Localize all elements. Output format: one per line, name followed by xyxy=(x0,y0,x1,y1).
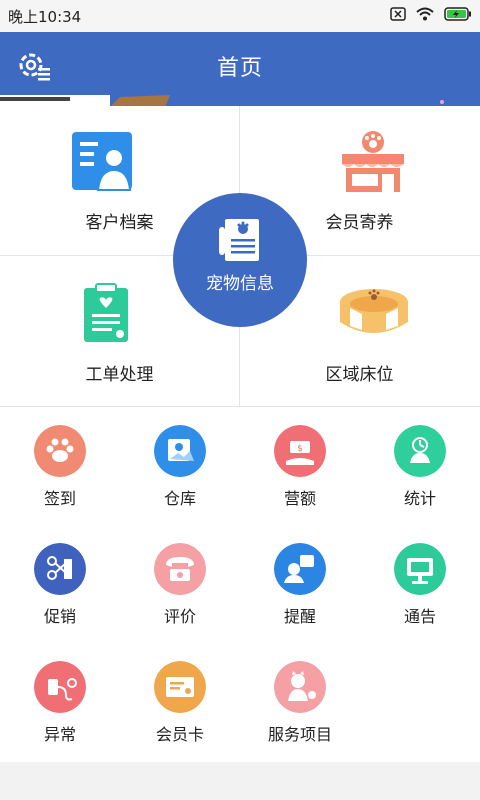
service-icon xyxy=(274,661,326,713)
warehouse-icon xyxy=(154,425,206,477)
revenue-label: 营额 xyxy=(283,489,316,508)
notice-label: 通告 xyxy=(403,607,436,626)
pet-info-button[interactable]: 宠物信息 xyxy=(173,193,307,327)
reminder-item[interactable]: 提醒 xyxy=(240,525,360,643)
sign-in-label: 签到 xyxy=(43,489,76,508)
member-card-item[interactable]: 会员卡 xyxy=(120,643,240,761)
area-bed-label: 区域床位 xyxy=(325,365,394,385)
member-card-icon xyxy=(154,661,206,713)
sim-off-icon xyxy=(390,7,406,21)
work-order-label: 工单处理 xyxy=(85,365,154,385)
notice-item[interactable]: 通告 xyxy=(360,525,480,643)
banner-image xyxy=(0,92,480,106)
status-time: 晚上10:34 xyxy=(8,8,82,26)
status-bar: 晚上10:34 xyxy=(0,0,480,32)
function-grid: 签到 仓库 $ 营额 统计 促销 评价 提醒 通告 异常 会员卡 服务项目 xyxy=(0,407,480,762)
pet-info-label: 宠物信息 xyxy=(206,274,274,294)
promotion-label: 促销 xyxy=(43,607,76,626)
reminder-icon xyxy=(274,543,326,595)
revenue-icon: $ xyxy=(274,425,326,477)
pet-bed-icon xyxy=(340,289,408,333)
reminder-label: 提醒 xyxy=(283,607,316,626)
svg-text:$: $ xyxy=(297,444,303,454)
page-title: 首页 xyxy=(216,56,263,81)
main-feature-grid: 客户档案 会员寄养 工单处理 区域床位 宠物信息 xyxy=(0,106,480,407)
member-card-label: 会员卡 xyxy=(155,725,204,744)
paw-icon xyxy=(34,425,86,477)
review-label: 评价 xyxy=(163,607,196,626)
promotion-item[interactable]: 促销 xyxy=(0,525,120,643)
statistics-label: 统计 xyxy=(403,489,436,508)
pet-info-icon xyxy=(219,219,259,261)
revenue-item[interactable]: $ 营额 xyxy=(240,407,360,525)
notice-icon xyxy=(394,543,446,595)
service-label: 服务项目 xyxy=(267,725,332,744)
sign-in-item[interactable]: 签到 xyxy=(0,407,120,525)
wifi-icon xyxy=(416,7,434,21)
statistics-item[interactable]: 统计 xyxy=(360,407,480,525)
review-item[interactable]: 评价 xyxy=(120,525,240,643)
abnormal-icon xyxy=(34,661,86,713)
battery-charging-icon xyxy=(444,7,471,21)
phone-icon xyxy=(154,543,206,595)
warehouse-label: 仓库 xyxy=(163,489,196,508)
work-order-icon xyxy=(84,283,128,342)
statistics-icon xyxy=(394,425,446,477)
service-item[interactable]: 服务项目 xyxy=(240,643,360,761)
pet-shop-icon xyxy=(342,131,404,192)
grooming-tools-icon xyxy=(34,543,86,595)
abnormal-item[interactable]: 异常 xyxy=(0,643,120,761)
status-icons xyxy=(390,7,472,21)
abnormal-label: 异常 xyxy=(43,725,76,744)
customer-file-icon xyxy=(72,132,132,191)
warehouse-item[interactable]: 仓库 xyxy=(120,407,240,525)
